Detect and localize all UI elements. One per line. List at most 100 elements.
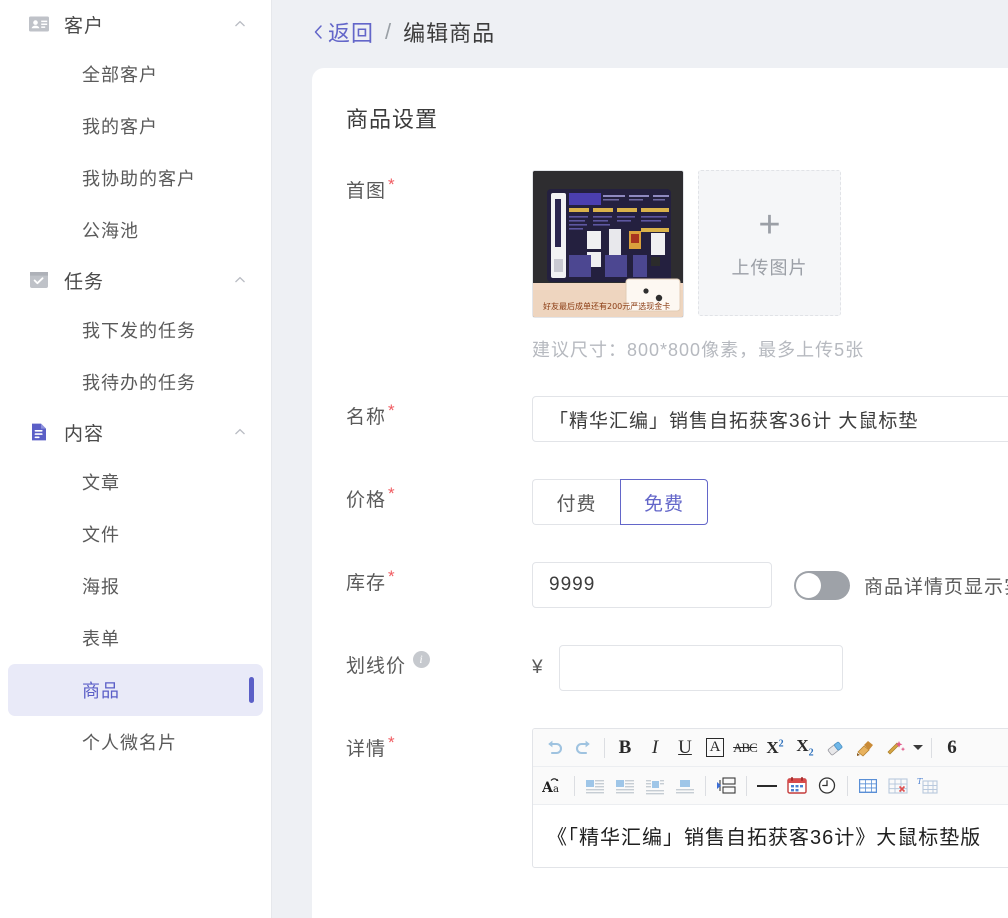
contact-card-icon [28,13,50,35]
name-field: 「精华汇编」销售自拓获客36计 大鼠标垫 [532,396,1008,442]
upload-image-label: 上传图片 [732,254,808,280]
name-input[interactable]: 「精华汇编」销售自拓获客36计 大鼠标垫 [532,396,1008,442]
sidebar-item-products[interactable]: 商品 [8,664,263,716]
sidebar-item-label: 文章 [82,469,120,495]
required-marker: * [388,176,396,193]
content-document-icon [28,421,50,443]
cover-field: 好友最后成单还有200元严选现金卡 + 上传图片 建议尺寸：800*800像素，… [532,170,1008,362]
sidebar-item-label: 我的客户 [82,113,158,139]
detail-label: 详情 * [346,728,532,868]
sidebar-item-public-pool[interactable]: 公海池 [8,204,263,256]
cover-label-text: 首图 [346,176,386,203]
superscript-icon[interactable]: X2 [760,733,790,763]
sidebar-item-files[interactable]: 文件 [8,508,263,560]
sidebar-item-forms[interactable]: 表单 [8,612,263,664]
currency-symbol: ¥ [532,657,543,679]
toolbar-divider [574,776,575,796]
toolbar-divider [604,738,605,758]
redo-icon[interactable] [569,733,599,763]
price-option-free[interactable]: 免费 [620,479,708,525]
wrap-below-icon[interactable] [670,771,700,801]
sidebar-item-personal-card[interactable]: 个人微名片 [8,716,263,768]
eraser-icon[interactable] [820,733,850,763]
form-row-cover: 首图 * [312,170,1008,362]
sidebar-item-assisted-customers[interactable]: 我协助的客户 [8,152,263,204]
image-strip: 好友最后成单还有200元严选现金卡 + 上传图片 [532,170,1008,318]
price-type-segmented-control: 付费 免费 [532,479,1008,525]
strike-price-input[interactable] [559,645,843,691]
detail-field: B I U A ABC [532,728,1008,868]
font-box-icon[interactable]: A [700,733,730,763]
breadcrumb: 返回 / 编辑商品 [272,0,1008,64]
cover-hint: 建议尺寸：800*800像素，最多上传5张 [532,336,1008,362]
rich-text-editor: B I U A ABC [532,728,1008,868]
wrap-left-icon[interactable] [580,771,610,801]
sidebar-item-my-customers[interactable]: 我的客户 [8,100,263,152]
sidebar-item-articles[interactable]: 文章 [8,456,263,508]
sidebar-item-posters[interactable]: 海报 [8,560,263,612]
required-marker: * [388,734,396,751]
cover-label: 首图 * [346,170,532,362]
subscript-icon[interactable]: X2 [790,733,820,763]
wrap-around-icon[interactable] [640,771,670,801]
sidebar-item-label: 个人微名片 [82,729,177,755]
insert-table-icon[interactable] [853,771,883,801]
toolbar-divider [847,776,848,796]
show-real-stock-toggle[interactable] [794,571,850,600]
sidebar-group-label: 任务 [64,267,104,294]
breadcrumb-separator: / [385,19,392,45]
calendar-icon[interactable] [782,771,812,801]
strike-price-field: ¥ [532,645,1008,691]
back-link[interactable]: 返回 [312,16,374,48]
clock-icon[interactable] [812,771,842,801]
font-size-icon[interactable]: 6 [937,733,967,763]
sidebar-item-label: 表单 [82,625,120,651]
caret-down-icon[interactable] [910,733,926,763]
upload-image-button[interactable]: + 上传图片 [698,170,841,316]
sidebar: 客户 全部客户 我的客户 我协助的客户 公海池 任务 [0,0,272,918]
underline-icon[interactable]: U [670,733,700,763]
text-case-icon[interactable]: Aa [539,771,569,801]
sidebar-item-assigned-tasks[interactable]: 我下发的任务 [8,304,263,356]
chevron-up-icon[interactable] [233,425,247,439]
sidebar-item-pending-tasks[interactable]: 我待办的任务 [8,356,263,408]
delete-table-icon[interactable] [883,771,913,801]
product-settings-card: 商品设置 首图 * [312,68,1008,918]
undo-icon[interactable] [539,733,569,763]
horizontal-rule-icon[interactable] [752,771,782,801]
stock-input[interactable]: 9999 [532,562,772,608]
name-label-text: 名称 [346,402,386,429]
detail-label-text: 详情 [346,734,386,761]
wrap-right-icon[interactable] [610,771,640,801]
price-option-paid[interactable]: 付费 [532,479,620,525]
form-row-detail: 详情 * [312,728,1008,868]
sidebar-item-all-customers[interactable]: 全部客户 [8,48,263,100]
back-link-label: 返回 [328,16,374,48]
bold-icon[interactable]: B [610,733,640,763]
italic-icon[interactable]: I [640,733,670,763]
stock-label: 库存 * [346,562,532,608]
product-image-preview: 好友最后成单还有200元严选现金卡 [533,171,684,318]
breadcrumb-current: 编辑商品 [403,16,495,48]
strikethrough-icon[interactable]: ABC [730,733,760,763]
chevron-up-icon[interactable] [233,17,247,31]
strike-price-label: 划线价 i [346,645,532,691]
sidebar-group-customers[interactable]: 客户 [0,0,271,48]
chevron-up-icon[interactable] [233,273,247,287]
sidebar-group-content[interactable]: 内容 [0,408,271,456]
paintbrush-icon[interactable] [850,733,880,763]
cover-thumbnail[interactable]: 好友最后成单还有200元严选现金卡 [532,170,684,318]
sidebar-group-tasks[interactable]: 任务 [0,256,271,304]
info-icon[interactable]: i [413,651,430,668]
chevron-left-icon [312,24,325,40]
stock-field: 9999 商品详情页显示实 [532,562,1008,608]
form-row-strike-price: 划线价 i ¥ [312,645,1008,691]
page-break-icon[interactable] [711,771,741,801]
price-field: 付费 免费 [532,479,1008,525]
stock-label-text: 库存 [346,568,386,595]
name-label: 名称 * [346,396,532,442]
magic-wand-icon[interactable] [880,733,910,763]
editor-content[interactable]: 《「精华汇编」销售自拓获客36计》大鼠标垫版 [533,805,1008,867]
table-text-icon[interactable]: T [913,771,943,801]
form-row-stock: 库存 * 9999 商品详情页显示实 [312,562,1008,608]
